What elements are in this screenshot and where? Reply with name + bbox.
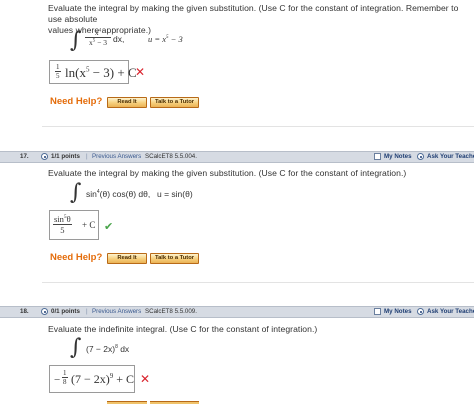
q17-ask-radio-icon — [417, 153, 424, 160]
q18-answer-coef-den: 8 — [63, 378, 67, 386]
q18-code: SCalcET8 5.5.009. — [145, 308, 197, 315]
q18-radio-icon — [41, 308, 48, 315]
q16-talk-to-tutor-button[interactable]: Talk to a Tutor — [150, 97, 199, 108]
q18-answer-coef-num: 1 — [62, 369, 68, 378]
q18-previous-answers-link[interactable]: Previous Answers — [92, 307, 141, 317]
integral-sign-icon: ∫ — [70, 180, 82, 205]
q17-answer-num: sin5θ — [53, 214, 72, 225]
x-mark-icon: ✕ — [135, 65, 146, 79]
q16-answer-coef-num: 1 — [55, 63, 61, 72]
q17-number: 17. — [20, 153, 29, 160]
q17-separator: | — [86, 153, 88, 160]
q17-talk-to-tutor-button[interactable]: Talk to a Tutor — [150, 253, 199, 264]
q18-prompt: Evaluate the indefinite integral. (Use C… — [48, 324, 318, 334]
q18-ask-radio-icon — [417, 308, 424, 315]
q17-ask-teacher-link[interactable]: Ask Your Teacher — [427, 152, 474, 162]
integral-sign-icon: ∫ — [70, 28, 82, 53]
q16-read-it-button[interactable]: Read It — [107, 97, 147, 108]
q17-notes-checkbox[interactable] — [374, 153, 381, 160]
q17-code: SCalcET8 5.5.004. — [145, 153, 197, 160]
q17-answer-tail: + C — [82, 220, 96, 230]
q18-ask-teacher-link[interactable]: Ask Your Teacher — [427, 307, 474, 317]
q17-substitution: u = sin(θ) — [157, 189, 193, 199]
q17-answer-den: 5 — [60, 225, 65, 235]
q18-separator: | — [86, 308, 88, 315]
q16-answer-body: ln(x5 − 3) + C — [65, 65, 137, 80]
q18-answer-box[interactable]: − 1 8 (7 − 2x)9 + C — [49, 365, 135, 393]
check-icon: ✔ — [104, 220, 114, 233]
q17-points: 1/1 points — [51, 153, 80, 160]
q18-answer-body: (7 − 2x)9 + C — [71, 372, 135, 386]
q17-prompt: Evaluate the integral by making the give… — [48, 168, 407, 178]
q17-radio-icon — [41, 153, 48, 160]
q16-integrand: x4 x5 − 3 — [85, 28, 111, 47]
q16-substitution: u = x5 − 3 — [148, 34, 183, 44]
q17-previous-answers-link[interactable]: Previous Answers — [92, 152, 141, 162]
q18-number: 18. — [20, 308, 29, 315]
q16-answer-coef-den: 5 — [56, 72, 60, 80]
q18-header: 18. 0/1 points | Previous Answers SCalcE… — [0, 306, 474, 318]
q18-integrand: (7 − 2x)8 dx — [86, 344, 130, 354]
q17-read-it-button[interactable]: Read It — [107, 253, 147, 264]
q18-answer-sign: − — [54, 374, 61, 386]
q16-prompt: Evaluate the integral by making the give… — [48, 3, 468, 36]
q17-header: 17. 1/1 points | Previous Answers SCalcE… — [0, 151, 474, 163]
integral-sign-icon: ∫ — [70, 335, 82, 360]
q18-points: 0/1 points — [51, 308, 80, 315]
x-mark-icon: ✕ — [140, 372, 151, 386]
divider — [42, 126, 474, 127]
q17-integrand: sin4(θ) cos(θ) dθ, — [86, 189, 151, 199]
divider — [42, 282, 474, 283]
q16-dx: dx, — [113, 34, 125, 44]
q18-my-notes[interactable]: My Notes — [384, 307, 412, 317]
q16-prompt-line1: Evaluate the integral by making the give… — [48, 3, 459, 24]
q16-prompt-line2: values where appropriate.) — [48, 25, 152, 35]
q17-need-help: Need Help? — [50, 252, 103, 263]
q16-answer-box[interactable]: 1 5 ln(x5 − 3) + C — [49, 60, 137, 84]
q17-answer-box[interactable]: sin5θ 5 + C — [49, 210, 99, 240]
q16-need-help: Need Help? — [50, 96, 103, 107]
q17-my-notes[interactable]: My Notes — [384, 152, 412, 162]
q18-notes-checkbox[interactable] — [374, 308, 381, 315]
